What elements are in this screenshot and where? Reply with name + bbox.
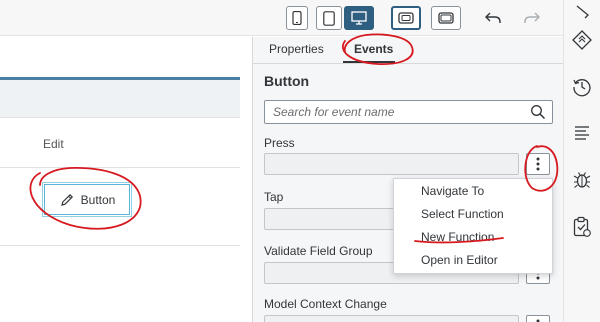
- desktop-view-button[interactable]: [344, 6, 374, 30]
- panel-title: Button: [264, 73, 310, 89]
- menu-item-new-function[interactable]: New Function: [421, 230, 494, 244]
- phone-view-button[interactable]: [286, 6, 308, 30]
- menu-item-open-in-editor[interactable]: Open in Editor: [421, 253, 498, 267]
- history-button[interactable]: [572, 77, 592, 97]
- stylesheet-button[interactable]: [572, 30, 592, 50]
- redo-icon: [524, 12, 540, 23]
- frame-large-button[interactable]: [431, 6, 461, 30]
- event-action-menu: Navigate To Select Function New Function…: [393, 178, 553, 274]
- canvas-button-label: Button: [80, 192, 116, 207]
- press-event-field[interactable]: [264, 153, 519, 175]
- phone-icon: [292, 11, 302, 25]
- table-row: Button: [0, 168, 240, 246]
- clipboard-button[interactable]: [572, 216, 592, 237]
- field-label-tap: Tap: [264, 190, 284, 204]
- canvas-header-strip: [0, 80, 240, 118]
- ruler-button[interactable]: [572, 2, 592, 22]
- undo-button[interactable]: [482, 8, 504, 28]
- tab-active-indicator: [343, 61, 395, 63]
- redo-button[interactable]: [521, 8, 543, 28]
- panel-tabs: Properties Events: [253, 37, 563, 64]
- field-label-press: Press: [264, 136, 295, 150]
- frame-small-button[interactable]: [391, 6, 421, 30]
- model-context-event-field[interactable]: [264, 315, 519, 322]
- debug-button[interactable]: [572, 170, 592, 190]
- stylesheet-icon: [572, 30, 592, 50]
- ruler-icon: [576, 5, 589, 19]
- tab-events[interactable]: Events: [354, 42, 393, 56]
- menu-item-navigate-to[interactable]: Navigate To: [421, 184, 484, 198]
- frame-small-icon: [398, 12, 414, 24]
- design-canvas: Edit Button: [0, 37, 252, 322]
- model-context-more-button[interactable]: [526, 315, 550, 322]
- press-more-button[interactable]: [526, 153, 550, 175]
- menu-item-select-function[interactable]: Select Function: [421, 207, 504, 221]
- debug-icon: [573, 172, 591, 188]
- app-root: Edit Button Properties Events Button Sea…: [0, 0, 600, 322]
- undo-icon: [485, 12, 501, 23]
- field-label-validate: Validate Field Group: [264, 244, 373, 258]
- more-vertical-icon: [536, 157, 540, 171]
- pencil-icon: [60, 193, 73, 206]
- clipboard-icon: [573, 216, 591, 237]
- side-toolbar: [563, 0, 600, 322]
- outline-icon: [575, 126, 589, 140]
- tab-properties[interactable]: Properties: [269, 42, 324, 56]
- tablet-view-button[interactable]: [316, 6, 342, 30]
- field-label-model-context: Model Context Change: [264, 297, 387, 311]
- history-icon: [573, 79, 591, 97]
- event-search-input[interactable]: [273, 105, 523, 119]
- desktop-icon: [351, 11, 367, 25]
- column-header-edit: Edit: [43, 137, 64, 151]
- tablet-icon: [323, 10, 335, 26]
- canvas-button-control[interactable]: Button: [42, 182, 132, 217]
- top-toolbar: [0, 0, 563, 36]
- frame-large-icon: [438, 12, 454, 24]
- outline-button[interactable]: [572, 123, 592, 143]
- search-icon[interactable]: [530, 104, 546, 120]
- table-header-row: Edit: [0, 122, 240, 168]
- event-search[interactable]: [264, 100, 553, 124]
